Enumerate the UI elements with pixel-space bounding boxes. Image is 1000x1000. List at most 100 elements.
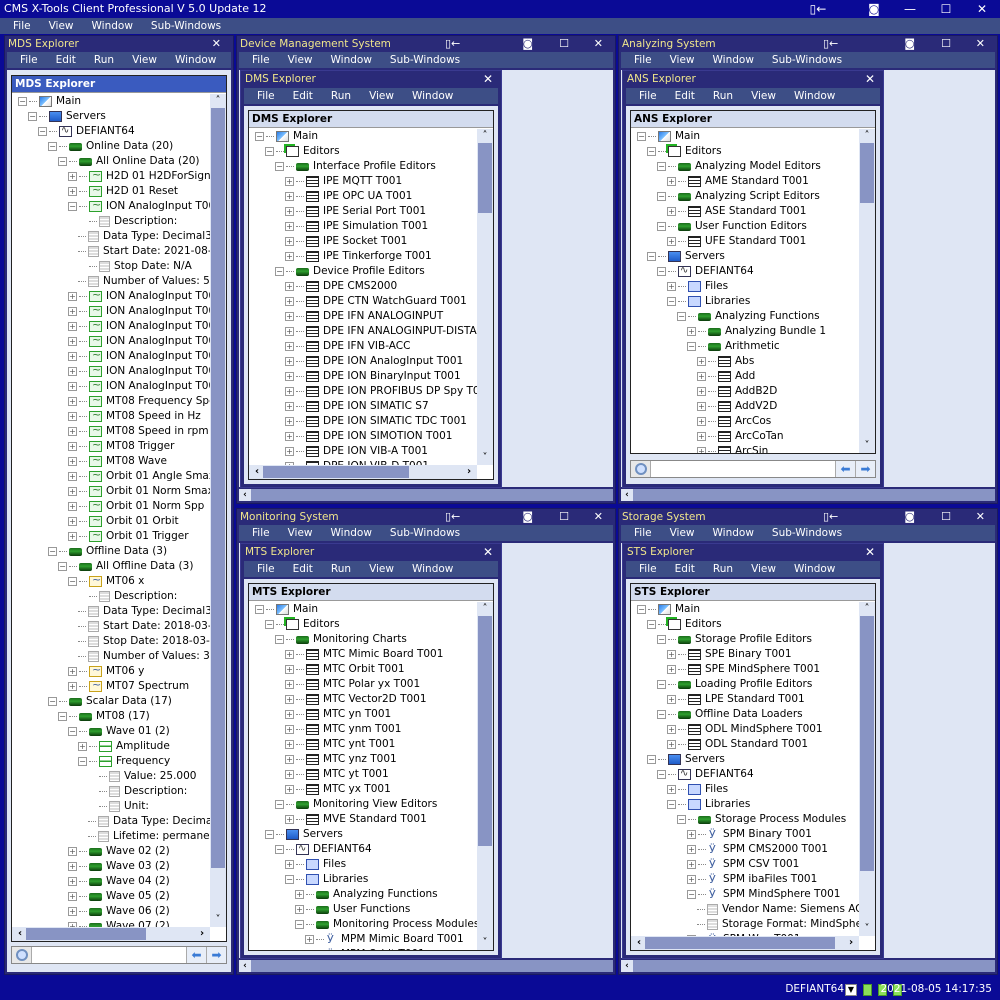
tree-item[interactable]: + SPE MindSphere T001 bbox=[631, 662, 859, 677]
search-icon[interactable] bbox=[12, 947, 32, 963]
tree-item[interactable]: − Editors bbox=[249, 144, 477, 159]
menu-edit[interactable]: Edit bbox=[47, 52, 85, 68]
expand-icon[interactable]: + bbox=[295, 905, 304, 914]
tree-item[interactable]: + ION AnalogInput T001 CH0 bbox=[12, 302, 210, 319]
tree-item[interactable]: + H2D 01 H2DForSignals bbox=[12, 167, 210, 184]
expand-icon[interactable]: + bbox=[697, 372, 706, 381]
tree-item[interactable]: + DPE ION VIB-A T001 bbox=[249, 444, 477, 459]
tree-item[interactable]: + ION AnalogInput T001 CH0 bbox=[12, 287, 210, 304]
close-icon[interactable]: ✕ bbox=[212, 36, 221, 52]
tree-item[interactable]: Description: bbox=[12, 214, 210, 229]
expand-icon[interactable]: + bbox=[285, 860, 294, 869]
tree-item[interactable]: + LPE Standard T001 bbox=[631, 692, 859, 707]
expand-icon[interactable]: + bbox=[68, 352, 77, 361]
tree-item[interactable]: − Storage Process Modules bbox=[631, 812, 859, 827]
tree-item[interactable]: Number of Values: 30001 bbox=[12, 649, 210, 664]
tree-item[interactable]: Description: bbox=[12, 784, 210, 799]
expand-icon[interactable]: + bbox=[285, 665, 294, 674]
tree-item[interactable]: + Wave 06 (2) bbox=[12, 904, 210, 919]
scroll-thumb[interactable] bbox=[478, 616, 492, 846]
expand-icon[interactable]: + bbox=[285, 432, 294, 441]
collapse-icon[interactable]: − bbox=[255, 605, 264, 614]
expand-icon[interactable]: + bbox=[667, 740, 676, 749]
scroll-left-arrow-icon[interactable]: ‹ bbox=[633, 936, 645, 950]
undock-icon[interactable]: ▯← bbox=[823, 36, 838, 52]
tree-item[interactable]: + SPE Binary T001 bbox=[631, 647, 859, 662]
restore-inner-icon[interactable]: ◙ bbox=[856, 0, 892, 18]
tree-item[interactable]: Number of Values: 50000 bbox=[12, 274, 210, 289]
collapse-icon[interactable]: − bbox=[38, 127, 47, 136]
tree-item[interactable]: − Wave 01 (2) bbox=[12, 724, 210, 739]
collapse-icon[interactable]: − bbox=[18, 97, 27, 106]
expand-icon[interactable]: + bbox=[285, 312, 294, 321]
close-icon[interactable]: ✕ bbox=[594, 509, 603, 525]
tree-item[interactable]: + IPE Serial Port T001 bbox=[249, 204, 477, 219]
tree-item[interactable]: + Orbit 01 Norm Smax bbox=[12, 482, 210, 499]
expand-icon[interactable]: + bbox=[68, 412, 77, 421]
expand-icon[interactable]: + bbox=[78, 742, 87, 751]
tree-item[interactable]: + Amplitude bbox=[12, 739, 210, 754]
tree-item[interactable]: + Abs bbox=[631, 354, 859, 369]
tree-item[interactable]: − DEFIANT64 bbox=[12, 123, 210, 139]
collapse-icon[interactable]: − bbox=[677, 815, 686, 824]
tree-item[interactable]: Unit: bbox=[12, 799, 210, 814]
tree-item[interactable]: + MPM Mimic Board T001 bbox=[249, 932, 477, 947]
tree-item[interactable]: − Analyzing Script Editors bbox=[631, 189, 859, 204]
scroll-up-arrow-icon[interactable]: ˄ bbox=[210, 94, 226, 108]
collapse-icon[interactable]: − bbox=[275, 162, 284, 171]
expand-icon[interactable]: + bbox=[697, 417, 706, 426]
tree-item[interactable]: + ASE Standard T001 bbox=[631, 204, 859, 219]
close-icon[interactable]: ✕ bbox=[865, 544, 875, 561]
tree-item[interactable]: − ION AnalogInput T001 CH0 bbox=[12, 197, 210, 214]
expand-icon[interactable]: + bbox=[687, 327, 696, 336]
tree-item[interactable]: − Servers bbox=[631, 249, 859, 264]
tree-item[interactable]: − Device Profile Editors bbox=[249, 264, 477, 279]
scroll-down-arrow-icon[interactable]: ˅ bbox=[477, 936, 493, 950]
tree-item[interactable]: + DPE ION AnalogInput T001 bbox=[249, 354, 477, 369]
menu-run[interactable]: Run bbox=[704, 88, 742, 104]
menu-file[interactable]: File bbox=[625, 525, 661, 541]
expand-icon[interactable]: + bbox=[697, 402, 706, 411]
expand-icon[interactable]: + bbox=[285, 725, 294, 734]
menu-window[interactable]: Window bbox=[83, 18, 142, 34]
collapse-icon[interactable]: − bbox=[48, 547, 57, 556]
expand-icon[interactable]: + bbox=[68, 397, 77, 406]
tree-item[interactable]: + Files bbox=[631, 279, 859, 294]
expand-icon[interactable]: + bbox=[68, 847, 77, 856]
close-icon[interactable]: ✕ bbox=[976, 509, 985, 525]
tree-item[interactable]: + SPM Binary T001 bbox=[631, 827, 859, 842]
sts-workspace-hscroll[interactable]: ‹ bbox=[621, 960, 995, 972]
tree-item[interactable]: + Add bbox=[631, 369, 859, 384]
tree-item[interactable]: + DPE ION SIMATIC TDC T001 bbox=[249, 414, 477, 429]
scroll-left-arrow-icon[interactable]: ‹ bbox=[621, 489, 633, 501]
menu-window[interactable]: Window bbox=[785, 561, 844, 577]
tree-item[interactable]: − Libraries bbox=[631, 294, 859, 309]
menu-file[interactable]: File bbox=[243, 525, 279, 541]
menu-view[interactable]: View bbox=[123, 52, 166, 68]
expand-icon[interactable]: + bbox=[285, 207, 294, 216]
tree-item[interactable]: + Wave 05 (2) bbox=[12, 889, 210, 904]
tree-item[interactable]: − MT06 x bbox=[12, 572, 210, 589]
menu-edit[interactable]: Edit bbox=[284, 88, 322, 104]
expand-icon[interactable]: + bbox=[697, 387, 706, 396]
tree-item[interactable]: +MPM Orbit T001 bbox=[249, 947, 477, 950]
expand-icon[interactable]: + bbox=[667, 665, 676, 674]
menu-edit[interactable]: Edit bbox=[284, 561, 322, 577]
menu-view[interactable]: View bbox=[742, 88, 785, 104]
tree-item[interactable]: + H2D 01 Reset bbox=[12, 182, 210, 199]
scroll-up-arrow-icon[interactable]: ˄ bbox=[859, 129, 875, 143]
expand-icon[interactable]: + bbox=[68, 442, 77, 451]
tree-item[interactable]: + AddB2D bbox=[631, 384, 859, 399]
restore-icon[interactable]: ◙ bbox=[522, 509, 533, 525]
tree-item[interactable]: − Main bbox=[631, 602, 859, 617]
expand-icon[interactable]: + bbox=[285, 770, 294, 779]
tree-item[interactable]: − Main bbox=[631, 129, 859, 144]
horizontal-scrollbar[interactable]: ‹ › bbox=[249, 465, 477, 479]
menu-sub-windows[interactable]: Sub-Windows bbox=[763, 52, 851, 68]
maximize-icon[interactable]: ☐ bbox=[559, 36, 569, 52]
expand-icon[interactable]: + bbox=[68, 187, 77, 196]
expand-icon[interactable]: + bbox=[667, 237, 676, 246]
tree-item[interactable]: + MVE Standard T001 bbox=[249, 812, 477, 827]
collapse-icon[interactable]: − bbox=[657, 680, 666, 689]
expand-icon[interactable]: + bbox=[68, 307, 77, 316]
